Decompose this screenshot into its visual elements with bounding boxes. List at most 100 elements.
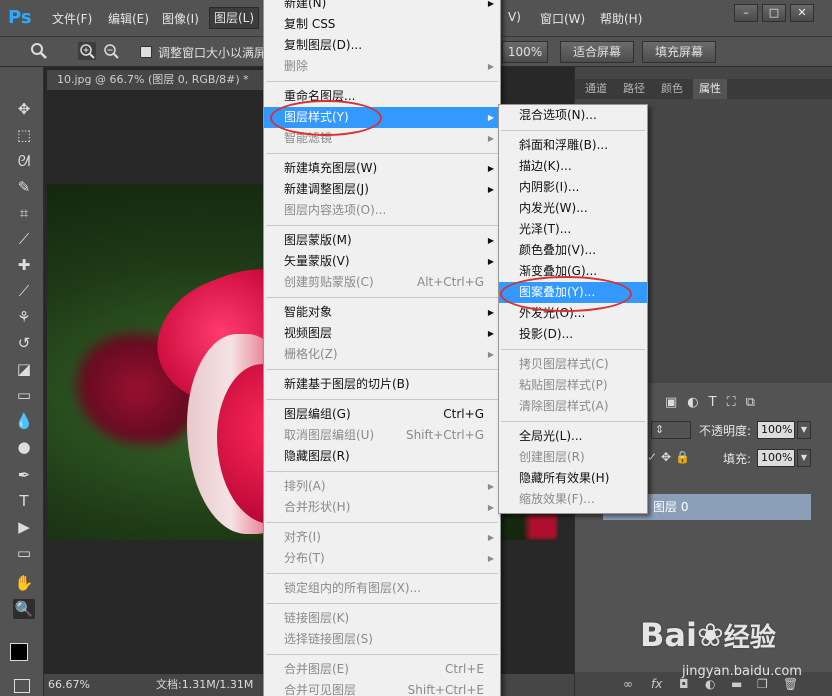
maximize-button[interactable]: □ [762,4,786,22]
gradient-tool-icon[interactable]: ▭ [13,385,35,405]
blend-mode-dropdown[interactable]: ⇕ [651,421,691,439]
menu-item[interactable]: 智能对象 ▶ [264,302,500,323]
menu-item-label: 光泽(T)... [519,222,572,236]
menu-item-label: 隐藏所有效果(H) [519,471,610,485]
close-button[interactable]: ✕ [790,4,814,22]
menu-item-label: 矢量蒙版(V) [284,254,350,268]
document-tab[interactable]: 10.jpg @ 66.7% (图层 0, RGB/8#) * [47,70,267,90]
menu-separator [266,573,498,574]
quick-mask-icon[interactable] [14,679,30,693]
eraser-tool-icon[interactable]: ◪ [13,359,35,379]
eyedropper-tool-icon[interactable]: ⟋ [13,229,35,249]
lasso-tool-icon[interactable]: ᘛ [13,151,35,171]
layer-name[interactable]: 图层 0 [653,500,688,514]
healing-brush-tool-icon[interactable]: ✚ [13,255,35,275]
menu-item[interactable]: 内发光(W)... [499,198,647,219]
menu-item[interactable]: 颜色叠加(V)... [499,240,647,261]
menu-help[interactable]: 帮助(H) [600,10,642,27]
menu-item: 分布(T) ▶ [264,548,500,569]
submenu-arrow-icon: ▶ [487,113,494,122]
menu-item[interactable]: 斜面和浮雕(B)... [499,135,647,156]
link-layers-icon[interactable]: ∞ [623,672,633,696]
crop-tool-icon[interactable]: ⌗ [13,203,35,223]
menu-item[interactable]: 新建基于图层的切片(B) [264,374,500,395]
menu-item: 创建剪贴蒙版(C) Alt+Ctrl+G [264,272,500,293]
menu-item[interactable]: 描边(K)... [499,156,647,177]
rectangle-tool-icon[interactable]: ▭ [13,543,35,563]
status-zoom[interactable]: 66.67% [48,674,90,696]
minimize-button[interactable]: – [734,4,758,22]
menu-separator [266,225,498,226]
zoom-in-icon[interactable] [78,42,96,64]
fill-screen-button[interactable]: 填充屏幕 [642,41,716,63]
menu-item[interactable]: 混合选项(N)... [499,105,647,126]
menu-item-label: 复制图层(D)... [284,38,363,52]
menu-item[interactable]: 复制 CSS [264,14,500,35]
menu-item[interactable]: 隐藏所有效果(H) [499,468,647,489]
menu-item[interactable]: 全局光(L)... [499,426,647,447]
tab-properties[interactable]: 属性 [693,79,727,99]
menu-item[interactable]: 新建(N) ▶ [264,0,500,14]
menu-item[interactable]: 内阴影(I)... [499,177,647,198]
resize-windows-checkbox[interactable] [140,46,152,58]
menu-layer[interactable]: 图层(L) [208,7,260,29]
menu-window[interactable]: 窗口(W) [540,10,585,27]
menu-item: 合并图层(E) Ctrl+E [264,659,500,680]
menu-item[interactable]: 矢量蒙版(V) ▶ [264,251,500,272]
menu-item-shortcut: Ctrl+E [445,662,484,676]
submenu-arrow-icon: ▶ [487,503,494,512]
menu-view[interactable]: V) [508,10,521,24]
marquee-tool-icon[interactable]: ⬚ [13,125,35,145]
zoom-out-icon[interactable] [102,42,120,64]
menu-item[interactable]: 投影(D)... [499,324,647,345]
status-doc-info: 文档:1.31M/1.31M [156,678,254,691]
pen-tool-icon[interactable]: ✒ [13,465,35,485]
history-brush-tool-icon[interactable]: ↺ [13,333,35,353]
menu-item: 取消图层编组(U) Shift+Ctrl+G [264,425,500,446]
clone-stamp-tool-icon[interactable]: ⚘ [13,307,35,327]
move-tool-icon[interactable]: ✥ [13,99,35,119]
menu-item-label: 隐藏图层(R) [284,449,350,463]
menu-item[interactable]: 光泽(T)... [499,219,647,240]
zoom-100-button[interactable]: 100% [502,41,548,63]
fill-dropdown-icon[interactable]: ▼ [797,449,811,467]
menu-item[interactable]: 视频图层 ▶ [264,323,500,344]
submenu-arrow-icon: ▶ [487,554,494,563]
menu-item[interactable]: 新建填充图层(W) ▶ [264,158,500,179]
menu-edit[interactable]: 编辑(E) [108,10,149,27]
menu-item[interactable]: 图层蒙版(M) ▶ [264,230,500,251]
layer-filter-icons[interactable]: ▣◐T⛶⧉ [665,395,825,413]
dodge-tool-icon[interactable]: ● [13,437,35,457]
menu-item-label: 内阴影(I)... [519,180,580,194]
submenu-arrow-icon: ▶ [487,62,494,71]
menu-item[interactable]: 隐藏图层(R) [264,446,500,467]
submenu-arrow-icon: ▶ [487,350,494,359]
blur-tool-icon[interactable]: 💧 [13,411,35,431]
zoom-tool-icon[interactable] [30,42,48,64]
tab-paths[interactable]: 路径 [623,79,645,99]
opacity-dropdown-icon[interactable]: ▼ [797,421,811,439]
tab-color[interactable]: 颜色 [661,79,683,99]
type-tool-icon[interactable]: T [13,491,35,511]
menu-item[interactable]: 复制图层(D)... [264,35,500,56]
quick-select-tool-icon[interactable]: ✎ [13,177,35,197]
paw-icon: ❀ [696,616,724,654]
menu-item-label: 创建剪贴蒙版(C) [284,275,374,289]
path-select-tool-icon[interactable]: ▶ [13,517,35,537]
lock-icons[interactable]: ✓✥🔒 [647,450,694,464]
hand-tool-icon[interactable]: ✋ [13,573,35,593]
fill-input[interactable]: 100% [757,449,795,467]
menu-item[interactable]: 新建调整图层(J) ▶ [264,179,500,200]
zoom-tool-icon[interactable]: 🔍 [13,599,35,619]
menu-file[interactable]: 文件(F) [52,10,92,27]
menu-item[interactable]: 图层编组(G) Ctrl+G [264,404,500,425]
fit-screen-button[interactable]: 适合屏幕 [560,41,634,63]
menu-image[interactable]: 图像(I) [162,10,199,27]
foreground-color-swatch[interactable] [10,643,28,661]
menu-separator [266,153,498,154]
opacity-input[interactable]: 100% [757,421,795,439]
menu-separator [501,349,645,350]
brush-tool-icon[interactable]: ⟋ [13,281,35,301]
annotation-ring-layer-style [270,100,382,136]
tab-channels[interactable]: 通道 [585,79,607,99]
